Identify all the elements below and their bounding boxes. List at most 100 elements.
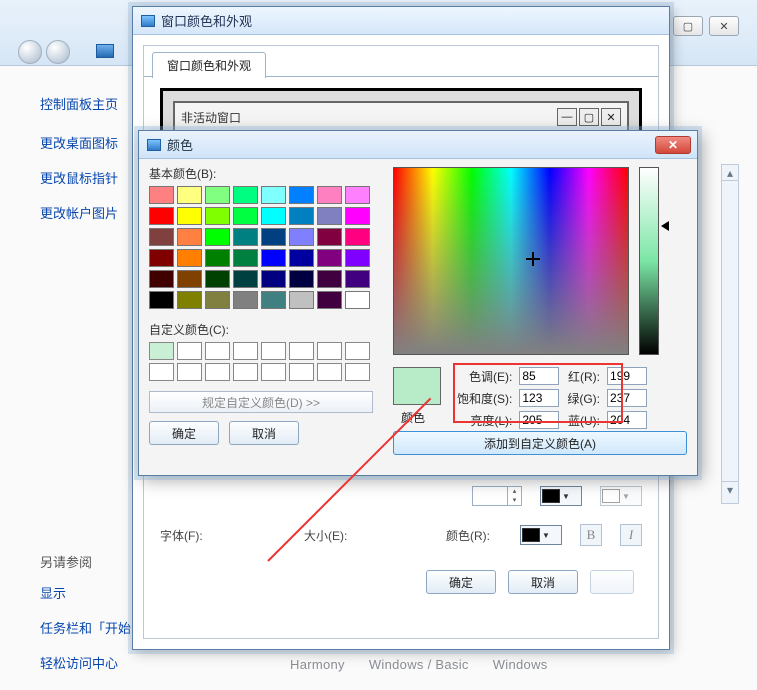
bold-button[interactable]: B [580, 524, 602, 546]
basic-color-swatch[interactable] [205, 249, 230, 267]
blue-input[interactable] [607, 411, 647, 429]
red-input[interactable] [607, 367, 647, 385]
custom-color-swatch[interactable] [345, 363, 370, 381]
basic-color-swatch[interactable] [233, 249, 258, 267]
basic-color-swatch[interactable] [345, 270, 370, 288]
basic-color-swatch[interactable] [233, 228, 258, 246]
basic-color-swatch[interactable] [289, 270, 314, 288]
basic-color-swatch[interactable] [345, 207, 370, 225]
theme-label: Harmony [290, 657, 345, 672]
basic-color-swatch[interactable] [289, 186, 314, 204]
custom-color-swatch[interactable] [205, 342, 230, 360]
green-input[interactable] [607, 389, 647, 407]
custom-color-swatch[interactable] [345, 342, 370, 360]
basic-color-swatch[interactable] [289, 207, 314, 225]
color1-dropdown[interactable]: ▼ [540, 486, 582, 506]
basic-color-swatch[interactable] [317, 207, 342, 225]
basic-color-swatch[interactable] [233, 291, 258, 309]
scrollbar[interactable]: ▴ ▾ [721, 164, 739, 504]
basic-color-swatch[interactable] [205, 291, 230, 309]
appearance-titlebar[interactable]: 窗口颜色和外观 [133, 7, 669, 35]
maximize-button[interactable]: ▢ [673, 16, 703, 36]
color-ok-button[interactable]: 确定 [149, 421, 219, 445]
basic-color-swatch[interactable] [345, 228, 370, 246]
sidebar-link-ease-of-access[interactable]: 轻松访问中心 [40, 653, 150, 672]
custom-color-swatch[interactable] [149, 342, 174, 360]
italic-button[interactable]: I [620, 524, 642, 546]
tab-appearance[interactable]: 窗口颜色和外观 [152, 52, 266, 78]
basic-color-swatch[interactable] [233, 207, 258, 225]
custom-color-swatch[interactable] [149, 363, 174, 381]
sat-input[interactable] [519, 389, 559, 407]
custom-color-swatch[interactable] [205, 363, 230, 381]
scroll-down-icon[interactable]: ▾ [722, 481, 738, 497]
color-dialog-close-button[interactable]: ✕ [655, 136, 691, 154]
sat-label: 饱和度(S): [457, 390, 513, 407]
size-value-input[interactable]: ▴▾ [472, 486, 522, 506]
basic-color-swatch[interactable] [233, 270, 258, 288]
appearance-ok-button[interactable]: 确定 [426, 570, 496, 594]
basic-color-swatch[interactable] [317, 186, 342, 204]
basic-color-swatch[interactable] [177, 186, 202, 204]
custom-color-swatch[interactable] [261, 342, 286, 360]
custom-color-swatch[interactable] [289, 363, 314, 381]
appearance-cancel-button[interactable]: 取消 [508, 570, 578, 594]
basic-color-swatch[interactable] [317, 270, 342, 288]
add-to-custom-button[interactable]: 添加到自定义颜色(A) [393, 431, 687, 455]
basic-color-swatch[interactable] [289, 291, 314, 309]
basic-color-swatch[interactable] [261, 186, 286, 204]
nav-forward-button[interactable] [46, 40, 70, 64]
basic-color-swatch[interactable] [177, 228, 202, 246]
basic-color-swatch[interactable] [177, 249, 202, 267]
basic-color-swatch[interactable] [149, 228, 174, 246]
color-dialog-titlebar[interactable]: 颜色 ✕ [139, 131, 697, 159]
basic-color-swatch[interactable] [177, 270, 202, 288]
basic-color-swatch[interactable] [177, 291, 202, 309]
basic-color-swatch[interactable] [205, 207, 230, 225]
lum-input[interactable] [519, 411, 559, 429]
appearance-apply-button [590, 570, 634, 594]
basic-color-swatch[interactable] [177, 207, 202, 225]
custom-color-swatch[interactable] [261, 363, 286, 381]
basic-color-swatch[interactable] [289, 249, 314, 267]
basic-color-swatch[interactable] [149, 270, 174, 288]
basic-color-swatch[interactable] [149, 291, 174, 309]
basic-color-swatch[interactable] [205, 186, 230, 204]
basic-color-swatch[interactable] [317, 291, 342, 309]
basic-color-swatch[interactable] [205, 228, 230, 246]
color-cancel-button[interactable]: 取消 [229, 421, 299, 445]
custom-color-swatch[interactable] [177, 342, 202, 360]
custom-color-swatch[interactable] [233, 363, 258, 381]
luminance-slider[interactable] [639, 167, 659, 355]
basic-color-swatch[interactable] [317, 228, 342, 246]
custom-color-swatch[interactable] [317, 363, 342, 381]
basic-color-swatch[interactable] [345, 291, 370, 309]
basic-color-swatch[interactable] [261, 207, 286, 225]
custom-color-swatch[interactable] [233, 342, 258, 360]
font-color-dropdown[interactable]: ▼ [520, 525, 562, 545]
hue-label: 色调(E): [457, 368, 513, 385]
basic-color-swatch[interactable] [345, 186, 370, 204]
basic-color-swatch[interactable] [149, 186, 174, 204]
close-button[interactable]: ✕ [709, 16, 739, 36]
define-custom-color-button[interactable]: 规定自定义颜色(D) >> [149, 391, 373, 413]
basic-color-swatch[interactable] [261, 270, 286, 288]
basic-color-swatch[interactable] [261, 228, 286, 246]
basic-color-swatch[interactable] [149, 249, 174, 267]
basic-color-swatch[interactable] [261, 249, 286, 267]
custom-color-swatch[interactable] [177, 363, 202, 381]
basic-color-swatch[interactable] [261, 291, 286, 309]
basic-color-swatch[interactable] [205, 270, 230, 288]
custom-color-swatch[interactable] [317, 342, 342, 360]
theme-label: Windows / Basic [369, 657, 469, 672]
custom-color-swatch[interactable] [289, 342, 314, 360]
basic-color-swatch[interactable] [149, 207, 174, 225]
color-gradient-picker[interactable] [393, 167, 629, 355]
basic-color-swatch[interactable] [345, 249, 370, 267]
basic-color-swatch[interactable] [289, 228, 314, 246]
nav-back-button[interactable] [18, 40, 42, 64]
basic-color-swatch[interactable] [233, 186, 258, 204]
scroll-up-icon[interactable]: ▴ [722, 165, 738, 181]
basic-color-swatch[interactable] [317, 249, 342, 267]
hue-input[interactable] [519, 367, 559, 385]
